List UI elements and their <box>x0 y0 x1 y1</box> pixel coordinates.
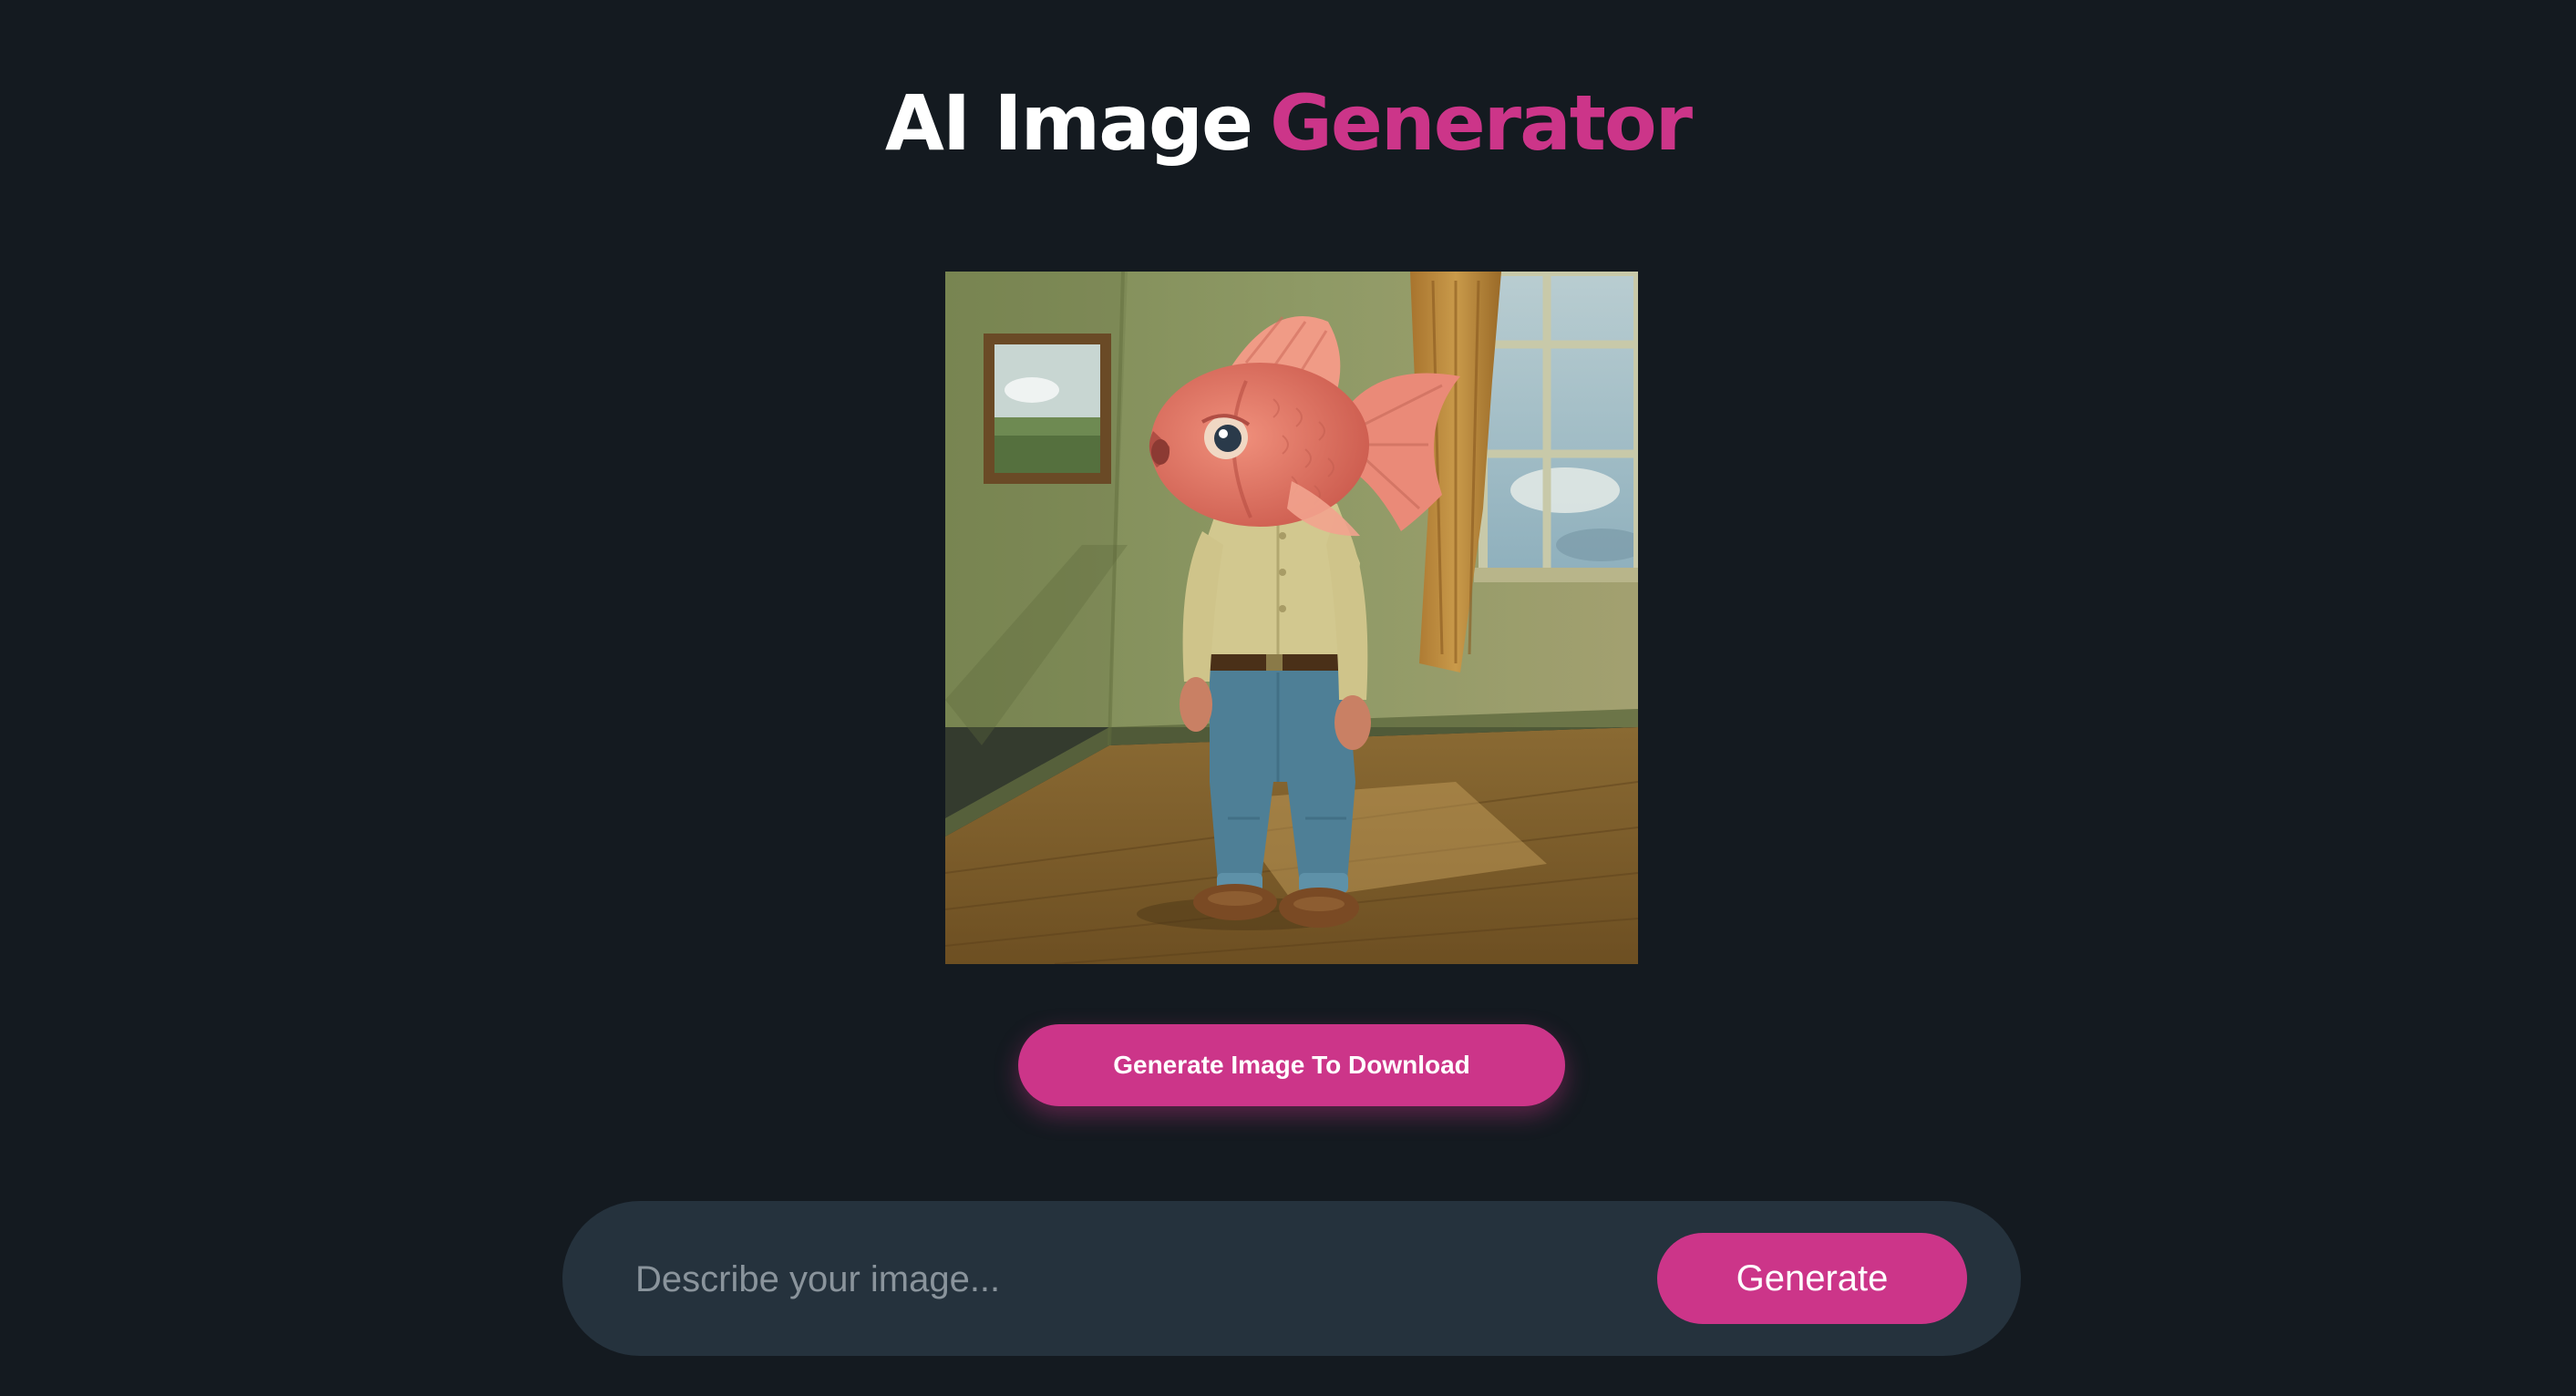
generated-image <box>945 272 1638 964</box>
prompt-bar: Generate <box>562 1201 2021 1356</box>
title-accent: Generator <box>1269 78 1693 168</box>
prompt-input[interactable] <box>634 1247 1549 1312</box>
app-page: AI Image Generator Generate Image To Dow… <box>0 0 2576 1396</box>
download-image-button[interactable]: Generate Image To Download <box>1018 1024 1565 1106</box>
generate-button[interactable]: Generate <box>1657 1233 1967 1324</box>
page-title: AI Image Generator <box>0 77 2576 169</box>
title-main: AI Image <box>884 78 1253 168</box>
